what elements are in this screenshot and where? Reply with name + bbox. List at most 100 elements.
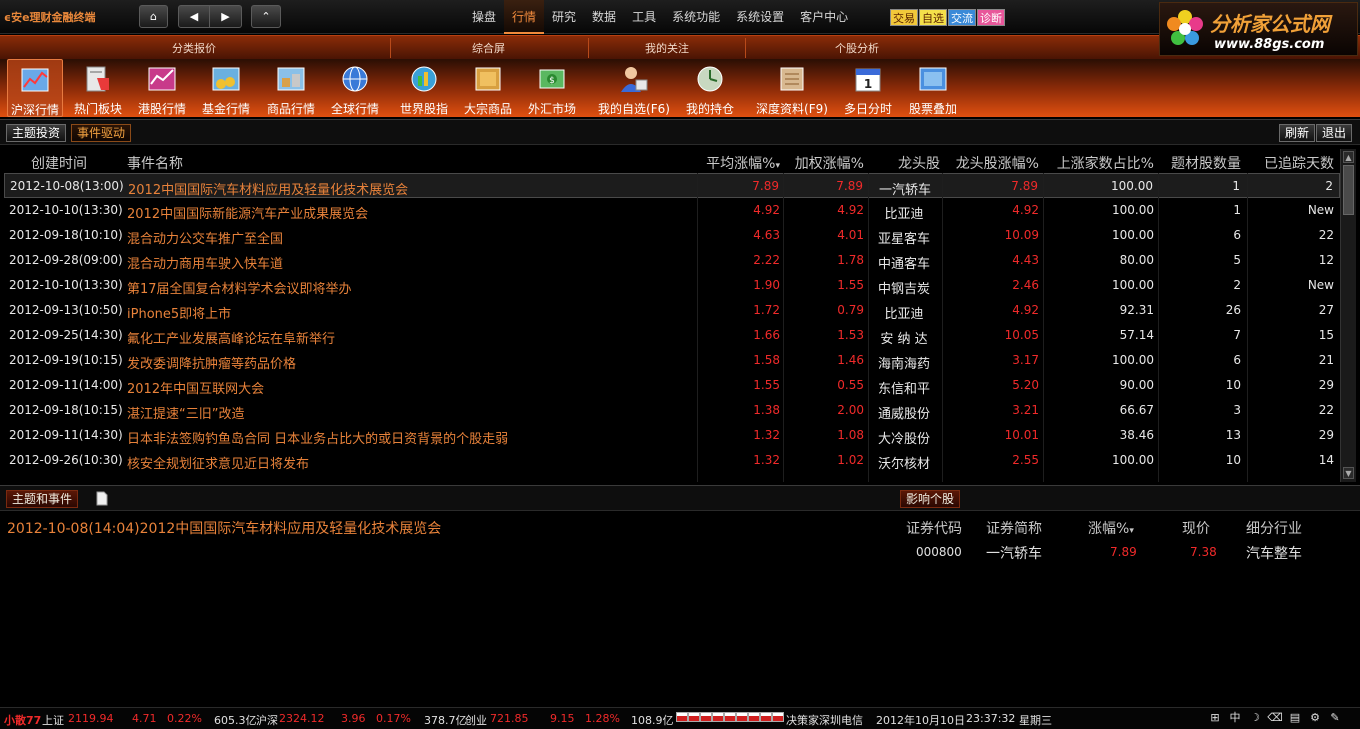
scroll-up-icon[interactable]: ▲	[1343, 151, 1354, 163]
trade-tag-button[interactable]: 交易	[890, 9, 918, 26]
category-header: 分类报价 综合屏 我的关注 个股分析	[0, 35, 1360, 59]
scroll-thumb[interactable]	[1343, 165, 1354, 215]
table-row[interactable]: 2012-09-28(09:00) 混合动力商用车驶入快车道 2.22 1.78 中通客…	[4, 248, 1340, 273]
header-event-name[interactable]: 事件名称	[127, 153, 183, 173]
table-scrollbar[interactable]: ▲ ▼	[1340, 149, 1356, 482]
back-button[interactable]: ◀	[178, 5, 210, 28]
tray-moon-icon[interactable]: ☽	[1246, 710, 1264, 726]
sort-desc-icon: ▾	[1129, 526, 1134, 536]
tool-bulk-commodities[interactable]: 大宗商品	[460, 59, 516, 117]
refresh-button[interactable]: 刷新	[1279, 124, 1316, 142]
cell-event-name[interactable]: 2012中国国际汽车材料应用及轻量化技术展览会	[128, 179, 408, 198]
stock-code[interactable]: 000800	[916, 545, 962, 559]
menu-item-system-functions[interactable]: 系统功能	[664, 0, 728, 34]
stock-name[interactable]: 一汽轿车	[986, 543, 1042, 563]
cell-event-name[interactable]: 2012年中国互联网大会	[127, 378, 264, 397]
cell-event-name[interactable]: 混合动力商用车驶入快车道	[127, 253, 283, 272]
menu-item-data[interactable]: 数据	[584, 0, 624, 34]
cell-create-time: 2012-09-19(10:15)	[9, 353, 123, 367]
cell-event-name[interactable]: 混合动力公交车推广至全国	[127, 228, 283, 247]
menu-item-trade[interactable]: 操盘	[464, 0, 504, 34]
table-row[interactable]: 2012-09-19(10:15) 发改委调降抗肿瘤等药品价格 1.58 1.46 海南…	[4, 348, 1340, 373]
tray-ime-icon[interactable]: 中	[1226, 710, 1244, 726]
menu-item-research[interactable]: 研究	[544, 0, 584, 34]
tab-theme-investment[interactable]: 主题投资	[6, 124, 67, 142]
scroll-down-icon[interactable]: ▼	[1343, 467, 1354, 479]
cell-rising-ratio: 100.00	[1112, 353, 1154, 367]
tool-my-positions[interactable]: 我的持仓	[682, 59, 738, 117]
table-row[interactable]: 2012-09-13(10:50) iPhone5即将上市 1.72 0.79 比亚迪 4…	[4, 298, 1340, 323]
cell-event-name[interactable]: 日本非法签购钓鱼岛合同 日本业务占比大的或日资背景的个股走弱	[127, 428, 508, 447]
cell-event-name[interactable]: 发改委调降抗肿瘤等药品价格	[127, 353, 296, 372]
header-industry[interactable]: 细分行业	[1246, 518, 1302, 538]
cell-event-name[interactable]: 第17届全国复合材料学术会议即将举办	[127, 278, 352, 297]
status-sz-value: 2324.12	[279, 712, 325, 725]
table-row[interactable]: 2012-09-18(10:15) 湛江提速“三旧”改造 1.38 2.00 通威股份 3…	[4, 398, 1340, 423]
cell-theme-count: 6	[1233, 228, 1241, 242]
tray-settings-icon[interactable]: ⚙	[1306, 710, 1324, 726]
cell-tracked-days: 14	[1318, 453, 1334, 467]
tray-keyboard-icon[interactable]: ▤	[1286, 710, 1304, 726]
header-rising-ratio[interactable]: 上涨家数占比%	[1057, 153, 1154, 173]
tray-pen-icon[interactable]: ✎	[1326, 710, 1344, 726]
home-button[interactable]: ⌂	[139, 5, 168, 28]
menu-item-system-settings[interactable]: 系统设置	[728, 0, 792, 34]
cell-event-name[interactable]: 湛江提速“三旧”改造	[127, 403, 244, 422]
stock-overlay-icon	[919, 67, 947, 91]
toolbar: 沪深行情 热门板块 港股行情 基金行情 商品行情 全球行情 世界股指 大宗商品 …	[0, 59, 1360, 117]
menu-item-tools[interactable]: 工具	[624, 0, 664, 34]
tool-funds[interactable]: 基金行情	[198, 59, 254, 117]
exit-button[interactable]: 退出	[1316, 124, 1353, 142]
header-security-code[interactable]: 证券代码	[906, 518, 962, 538]
cell-event-name[interactable]: 2012中国国际新能源汽车产业成果展览会	[127, 203, 368, 222]
table-row[interactable]: 2012-09-11(14:00) 2012年中国互联网大会 1.55 0.55 东信和…	[4, 373, 1340, 398]
header-create-time[interactable]: 创建时间	[31, 153, 87, 173]
header-security-name[interactable]: 证券简称	[986, 518, 1042, 538]
tool-deep-data[interactable]: 深度资料(F9)	[752, 59, 832, 117]
tray-punctuation-icon[interactable]: ⌫	[1266, 710, 1284, 726]
cell-rising-ratio: 66.67	[1119, 403, 1154, 417]
header-tracked-days[interactable]: 已追踪天数	[1264, 153, 1334, 173]
tool-world-indices[interactable]: 世界股指	[396, 59, 452, 117]
tray-grid-icon[interactable]: ⊞	[1206, 710, 1224, 726]
cell-tracked-days: 15	[1318, 328, 1334, 342]
menu-item-customer-center[interactable]: 客户中心	[792, 0, 856, 34]
tool-commodities[interactable]: 商品行情	[262, 59, 320, 117]
header-price[interactable]: 现价	[1182, 518, 1210, 538]
table-row[interactable]: 2012-09-26(10:30) 核安全规划征求意见近日将发布 1.32 1.02 沃…	[4, 448, 1340, 473]
tool-stock-overlay[interactable]: 股票叠加	[905, 59, 961, 117]
tab-event-driven[interactable]: 事件驱动	[71, 124, 132, 142]
table-row[interactable]: 2012-09-25(14:30) 氟化工产业发展高峰论坛在阜新举行 1.66 1.5…	[4, 323, 1340, 348]
tool-shanghai-shenzhen[interactable]: 沪深行情	[7, 59, 63, 117]
watchlist-tag-button[interactable]: 自选	[919, 9, 947, 26]
diagnosis-tag-button[interactable]: 诊断	[977, 9, 1005, 26]
table-row[interactable]: 2012-09-18(10:10) 混合动力公交车推广至全国 4.63 4.01 亚星客…	[4, 223, 1340, 248]
table-row[interactable]: 2012-10-10(13:30) 第17届全国复合材料学术会议即将举办 1.90 1…	[4, 273, 1340, 298]
tool-hot-sectors[interactable]: 热门板块	[70, 59, 126, 117]
tool-forex[interactable]: $ 外汇市场	[524, 59, 580, 117]
tab-theme-and-event[interactable]: 主题和事件	[6, 490, 79, 508]
tool-multi-day-intraday[interactable]: 1 多日分时	[840, 59, 896, 117]
up-button[interactable]: ⌃	[251, 5, 281, 28]
table-row[interactable]: 2012-10-08(13:00) 2012中国国际汽车材料应用及轻量化技术展览会…	[4, 173, 1340, 198]
cell-event-name[interactable]: 氟化工产业发展高峰论坛在阜新举行	[127, 328, 335, 347]
community-tag-button[interactable]: 交流	[948, 9, 976, 26]
header-avg-gain[interactable]: 平均涨幅%▾	[706, 153, 780, 173]
table-row[interactable]: 2012-09-11(14:30) 日本非法签购钓鱼岛合同 日本业务占比大的或日资…	[4, 423, 1340, 448]
cell-event-name[interactable]: iPhone5即将上市	[127, 303, 231, 322]
cell-event-name[interactable]: 核安全规划征求意见近日将发布	[127, 453, 309, 472]
header-leading-stock[interactable]: 龙头股	[870, 153, 940, 173]
tool-hk-stocks[interactable]: 港股行情	[134, 59, 190, 117]
header-weighted-gain[interactable]: 加权涨幅%	[795, 153, 864, 173]
tool-my-watchlist[interactable]: 我的自选(F6)	[595, 59, 673, 117]
table-row[interactable]: 2012-10-10(13:30) 2012中国国际新能源汽车产业成果展览会 4.9…	[4, 198, 1340, 223]
menu-item-market[interactable]: 行情	[504, 0, 545, 34]
tab-affected-stocks[interactable]: 影响个股	[900, 490, 961, 508]
my-watchlist-icon	[621, 67, 648, 92]
tool-global-markets[interactable]: 全球行情	[327, 59, 383, 117]
header-leading-gain[interactable]: 龙头股涨幅%	[956, 153, 1039, 173]
document-icon[interactable]	[96, 491, 108, 506]
header-change-pct[interactable]: 涨幅%▾	[1088, 518, 1134, 538]
header-theme-count[interactable]: 题材股数量	[1171, 153, 1241, 173]
forward-button[interactable]: ▶	[210, 5, 242, 28]
